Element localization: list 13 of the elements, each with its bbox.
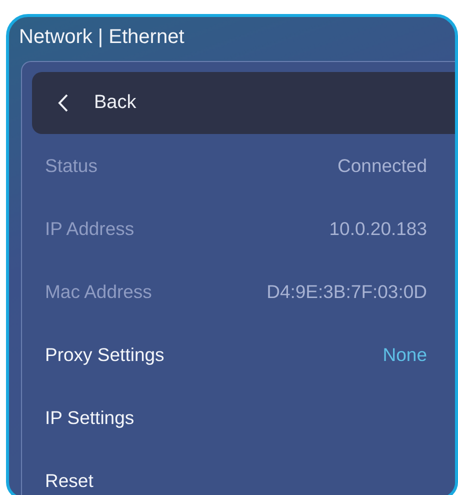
info-label: Status (45, 154, 98, 178)
setting-option[interactable]: Proxy Settings (45, 340, 164, 368)
info-value: D4:9E:3B:7F:03:0D (266, 280, 427, 304)
info-label: Mac Address (45, 280, 152, 304)
info-value: Connected (338, 154, 427, 178)
option-value: None (382, 342, 427, 367)
info-label: IP Address (45, 216, 134, 241)
setting-option[interactable]: Reset (45, 466, 94, 494)
setting-option[interactable]: IP Settings (45, 404, 134, 432)
info-value: 10.0.20.183 (329, 216, 427, 241)
window-title: Network | Ethernet (19, 25, 186, 50)
back-button[interactable]: Back (32, 72, 455, 134)
back-chevron-icon (58, 94, 68, 112)
